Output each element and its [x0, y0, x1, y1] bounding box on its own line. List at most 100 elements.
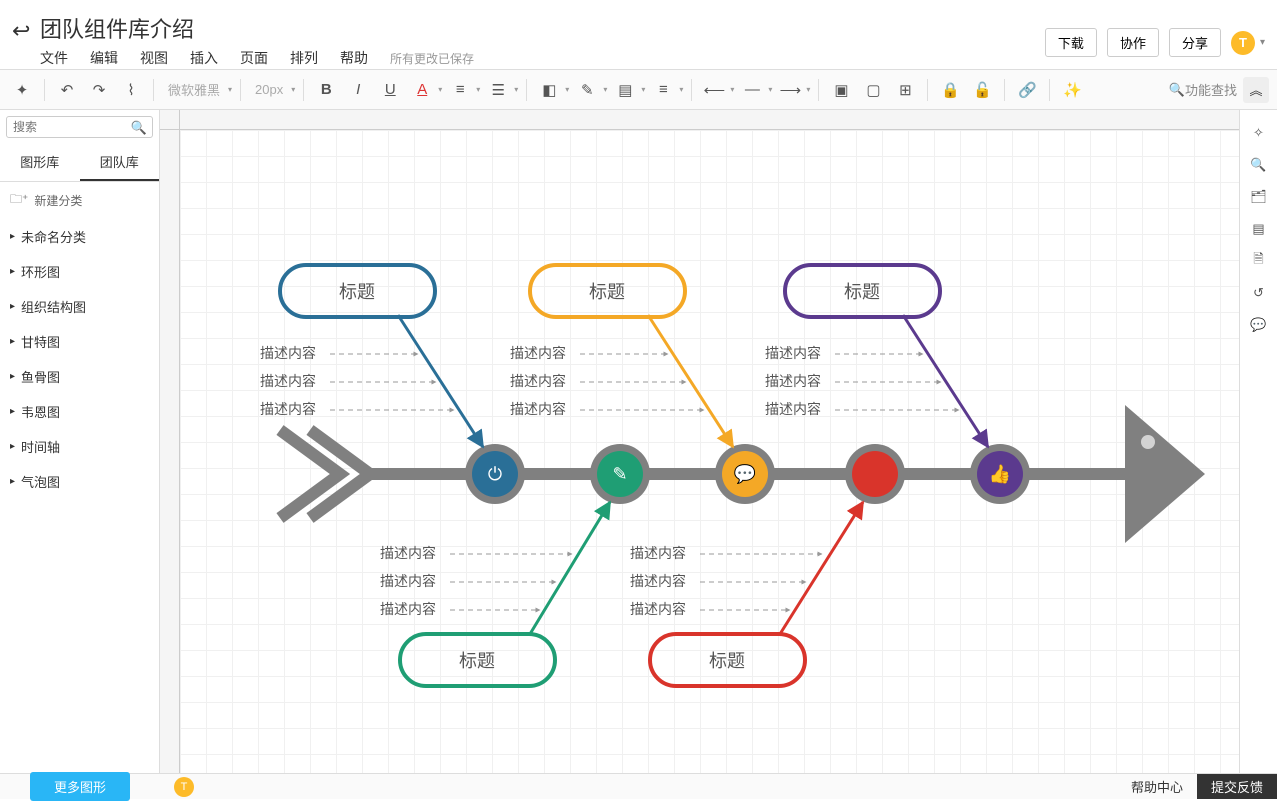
unlock-icon[interactable]: 🔓 — [968, 76, 996, 104]
download-button[interactable]: 下载 — [1045, 28, 1097, 57]
toolbar: ✦ ↶ ↷ ⌇ 微软雅黑▾ 20px▾ B I U A▾ ≡▾ ☰▾ ◧▾ ✎▾… — [0, 70, 1277, 110]
more-shapes-button[interactable]: 更多图形 — [30, 772, 130, 801]
redo-icon[interactable]: ↷ — [85, 76, 113, 104]
collapse-toolbar-icon[interactable]: ︽ — [1243, 77, 1269, 103]
cat-item[interactable]: ▸ 韦恩图 — [0, 394, 159, 429]
back-arrow-icon[interactable]: ↩ — [12, 18, 30, 44]
feedback-link[interactable]: 提交反馈 — [1197, 774, 1277, 799]
svg-text:⏻: ⏻ — [488, 464, 502, 484]
caret-icon: ▸ — [10, 371, 15, 382]
italic-icon[interactable]: I — [344, 76, 372, 104]
svg-text:标题: 标题 — [844, 282, 880, 302]
tab-shapes[interactable]: 图形库 — [0, 144, 80, 181]
tab-team[interactable]: 团队库 — [80, 144, 160, 181]
feature-search[interactable]: 🔍 功能查找 — [1169, 80, 1237, 99]
cursor-tool-icon[interactable]: ✦ — [8, 76, 36, 104]
connector-end-icon[interactable]: ⟶ — [776, 76, 804, 104]
cat-item[interactable]: ▸组织结构图 — [0, 289, 159, 324]
canvas[interactable]: ⏻ ✎ 💬 👍 — [180, 130, 1277, 773]
menu-insert[interactable]: 插入 — [190, 48, 218, 68]
svg-text:标题: 标题 — [589, 282, 625, 302]
ruler-horizontal — [180, 110, 1277, 130]
cat-item[interactable]: ▸未命名分类 — [0, 219, 159, 254]
header: ↩ 团队组件库介绍 文件 编辑 视图 插入 页面 排列 帮助 所有更改已保存 下… — [0, 0, 1277, 70]
cat-item[interactable]: ▸ 气泡图 — [0, 464, 159, 499]
cat-label: 组织结构图 — [21, 297, 86, 316]
send-back-icon[interactable]: ▢ — [859, 76, 887, 104]
menu-arrange[interactable]: 排列 — [290, 48, 318, 68]
undo-icon[interactable]: ↶ — [53, 76, 81, 104]
svg-text:✎: ✎ — [612, 464, 627, 484]
svg-text:描述内容: 描述内容 — [380, 601, 436, 617]
underline-icon[interactable]: U — [376, 76, 404, 104]
line-width-icon[interactable]: ≡ — [649, 76, 677, 104]
svg-text:描述内容: 描述内容 — [630, 545, 686, 561]
user-avatar[interactable]: T — [1231, 31, 1255, 55]
align-icon[interactable]: ≡ — [446, 76, 474, 104]
cat-label: 甘特图 — [21, 332, 60, 351]
svg-text:描述内容: 描述内容 — [765, 401, 821, 417]
svg-text:描述内容: 描述内容 — [765, 345, 821, 361]
menu-edit[interactable]: 编辑 — [90, 48, 118, 68]
cat-item[interactable]: ▸环形图 — [0, 254, 159, 289]
folder-plus-icon: 🗀⁺ — [10, 190, 28, 211]
svg-text:描述内容: 描述内容 — [510, 401, 566, 417]
cat-label: 气泡图 — [21, 472, 60, 491]
new-page-icon[interactable]: 🗎 — [1246, 248, 1272, 274]
magic-icon[interactable]: ✨ — [1058, 76, 1086, 104]
cat-label: 未命名分类 — [21, 227, 86, 246]
bring-front-icon[interactable]: ▣ — [827, 76, 855, 104]
svg-text:描述内容: 描述内容 — [630, 573, 686, 589]
new-category[interactable]: 🗀⁺ 新建分类 — [0, 182, 159, 219]
comment-icon[interactable]: 💬 — [1246, 312, 1272, 338]
cat-item[interactable]: ▸鱼骨图 — [0, 359, 159, 394]
layers-icon[interactable]: 🗂 — [1246, 184, 1272, 210]
font-family-select[interactable]: 微软雅黑 — [162, 80, 226, 99]
group-icon[interactable]: ⊞ — [891, 76, 919, 104]
cat-label: 时间轴 — [21, 437, 60, 456]
link-icon[interactable]: 🔗 — [1013, 76, 1041, 104]
svg-text:描述内容: 描述内容 — [380, 573, 436, 589]
outline-icon[interactable]: 🔍 — [1246, 152, 1272, 178]
font-color-icon[interactable]: A — [408, 76, 436, 104]
share-button[interactable]: 分享 — [1169, 28, 1221, 57]
svg-text:标题: 标题 — [709, 651, 745, 671]
menu-page[interactable]: 页面 — [240, 48, 268, 68]
right-rail: ✧ 🔍 🗂 ▤ 🗎 ↺ 💬 — [1239, 110, 1277, 773]
format-painter-icon[interactable]: ⌇ — [117, 76, 145, 104]
list-icon[interactable]: ☰ — [484, 76, 512, 104]
cat-item[interactable]: ▸甘特图 — [0, 324, 159, 359]
menubar: 文件 编辑 视图 插入 页面 排列 帮助 所有更改已保存 — [40, 48, 474, 68]
feature-search-label: 功能查找 — [1185, 80, 1237, 99]
menu-help[interactable]: 帮助 — [340, 48, 368, 68]
connector-start-icon[interactable]: ⟵ — [700, 76, 728, 104]
line-style-icon[interactable]: ▤ — [611, 76, 639, 104]
history-icon[interactable]: ↺ — [1246, 280, 1272, 306]
line-color-icon[interactable]: ✎ — [573, 76, 601, 104]
footer-avatar[interactable]: T — [174, 777, 194, 797]
caret-icon: ▸ — [10, 406, 15, 417]
pages-icon[interactable]: ▤ — [1246, 216, 1272, 242]
svg-text:标题: 标题 — [459, 651, 495, 671]
cat-label: 韦恩图 — [21, 402, 60, 421]
cat-item[interactable]: ▸ 时间轴 — [0, 429, 159, 464]
navigator-icon[interactable]: ✧ — [1246, 120, 1272, 146]
bold-icon[interactable]: B — [312, 76, 340, 104]
help-center-link[interactable]: 帮助中心 — [1117, 774, 1197, 799]
connector-line-icon[interactable]: — — [738, 76, 766, 104]
svg-text:描述内容: 描述内容 — [380, 545, 436, 561]
doc-title[interactable]: 团队组件库介绍 — [40, 12, 194, 44]
cat-label: 环形图 — [21, 262, 60, 281]
menu-file[interactable]: 文件 — [40, 48, 68, 68]
avatar-caret-icon[interactable]: ▾ — [1260, 37, 1265, 48]
lock-icon[interactable]: 🔒 — [936, 76, 964, 104]
collaborate-button[interactable]: 协作 — [1107, 28, 1159, 57]
search-icon[interactable]: 🔍 — [131, 120, 147, 136]
caret-icon: ▸ — [10, 441, 15, 452]
font-size-select[interactable]: 20px — [249, 82, 289, 97]
caret-icon: ▸ — [10, 476, 15, 487]
fishbone-diagram[interactable]: ⏻ ✎ 💬 👍 — [180, 130, 1240, 770]
fill-color-icon[interactable]: ◧ — [535, 76, 563, 104]
svg-text:标题: 标题 — [339, 282, 375, 302]
menu-view[interactable]: 视图 — [140, 48, 168, 68]
